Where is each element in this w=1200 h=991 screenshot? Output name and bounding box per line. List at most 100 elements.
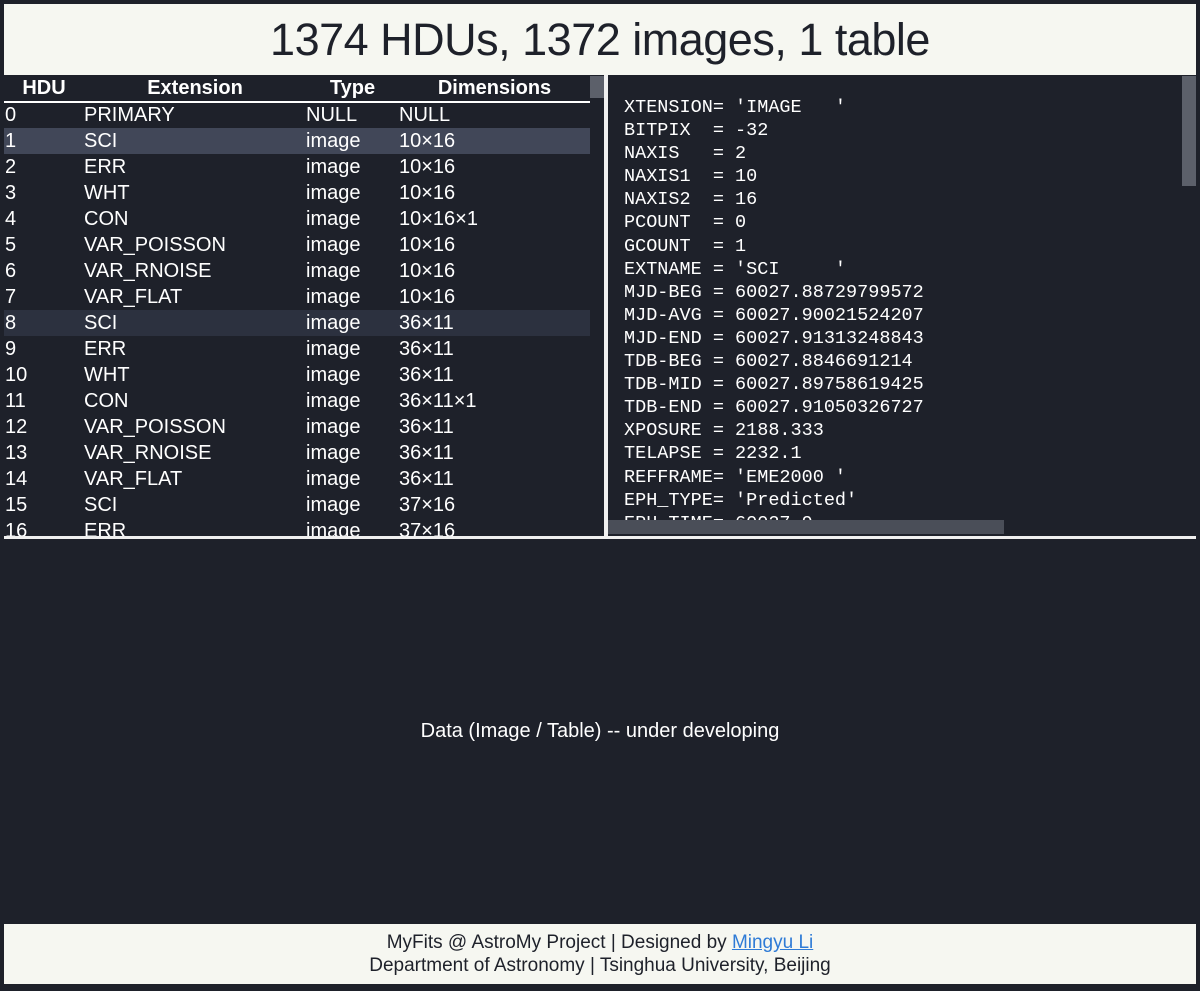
hdu-table-row[interactable]: 1 SCI image 10×16 [4,128,590,154]
hdu-table-row[interactable]: 6 VAR_RNOISE image 10×16 [4,258,590,284]
extension-cell: VAR_FLAT [84,285,183,308]
column-header-hdu: HDU [4,75,84,103]
type-cell: image [306,155,361,178]
header-card-line: MJD-END = 60027.91313248843 [624,327,924,349]
footer: MyFits @ AstroMy Project | Designed by M… [4,924,1196,984]
header-card-line: NAXIS2 = 16 [624,189,758,211]
header-card-line: MJD-AVG = 60027.90021524207 [624,304,924,326]
dimensions-cell: 10×16 [399,181,456,204]
page-title: 1374 HDUs, 1372 images, 1 table [4,4,1196,75]
hdu-index-cell: 13 [5,441,28,464]
dimensions-cell: 36×11 [399,363,454,386]
hdu-index-cell: 9 [5,337,17,360]
header-card-line: GCOUNT = 1 [624,235,747,257]
column-header-dimensions: Dimensions [399,75,590,103]
column-header-type: Type [306,75,399,103]
hdu-index-cell: 7 [5,285,17,308]
hdu-table-row[interactable]: 11 CON image 36×11×1 [4,388,590,414]
footer-line-1: MyFits @ AstroMy Project | Designed by M… [387,931,814,954]
hdu-table-row[interactable]: 3 WHT image 10×16 [4,180,590,206]
footer-line-2: Department of Astronomy | Tsinghua Unive… [369,955,831,976]
type-cell: NULL [306,104,358,126]
extension-cell: ERR [84,155,127,178]
hdu-table-row[interactable]: 7 VAR_FLAT image 10×16 [4,284,590,310]
dimensions-cell: 10×16 [399,128,590,154]
dimensions-cell: 36×11 [399,467,454,490]
type-cell: image [306,441,361,464]
hdu-table-row[interactable]: 13 VAR_RNOISE image 36×11 [4,440,590,466]
hdu-index-cell: 10 [5,363,28,386]
hdu-list-scrollbar-thumb[interactable] [590,76,604,98]
hdu-index-cell: 15 [5,493,28,516]
dimensions-cell: 10×16 [399,233,456,256]
type-cell: image [306,389,361,412]
hdu-table-body: 0 PRIMARY NULL NULL 1 SCI image 10×16 2 ERR image 1… [4,102,590,536]
dimensions-cell: NULL [399,104,451,126]
hdu-table-row[interactable]: 16 ERR image 37×16 [4,518,590,537]
hdu-index-cell: 0 [5,104,17,126]
fits-header-panel[interactable]: XTENSION= 'IMAGE ' BITPIX = -32 NAXIS = 2N… [608,75,1196,536]
hdu-index-cell: 14 [5,467,28,490]
fits-header-text: XTENSION= 'IMAGE ' BITPIX = -32 NAXIS = 2N… [624,96,924,535]
hdu-table-row[interactable]: 0 PRIMARY NULL NULL [4,102,590,128]
dimensions-cell: 36×11 [399,441,454,464]
extension-cell: SCI [84,310,306,336]
hdu-table-row[interactable]: 15 SCI image 37×16 [4,492,590,518]
extension-cell: ERR [84,337,127,360]
footer-credit-text: MyFits @ AstroMy Project | Designed by [386,932,732,953]
extension-cell: SCI [84,493,118,516]
header-card-line: BITPIX = -32 [624,120,769,142]
author-link[interactable]: Mingyu Li [732,932,813,953]
extension-cell: WHT [84,181,130,204]
data-placeholder-text: Data (Image / Table) -- under developing [420,720,780,742]
type-cell: image [306,337,361,360]
dimensions-cell: 36×11 [399,310,590,336]
type-cell: image [306,415,361,438]
data-view-area: Data (Image / Table) -- under developing [4,539,1196,924]
hdu-table-row[interactable]: 10 WHT image 36×11 [4,362,590,388]
hdu-table-row[interactable]: 9 ERR image 36×11 [4,336,590,362]
extension-cell: VAR_POISSON [84,415,226,438]
hdu-index-cell: 4 [5,207,17,230]
hdu-table: HDU Extension Type Dimensions 0 PRIMARY NU… [4,75,590,536]
hdu-table-header-row: HDU Extension Type Dimensions [4,75,590,103]
extension-cell: CON [84,207,129,230]
hdu-table-row[interactable]: 2 ERR image 10×16 [4,154,590,180]
type-cell: image [306,363,361,386]
dimensions-cell: 37×16 [399,493,456,516]
header-card-line: EXTNAME = 'SCI ' [624,258,847,280]
dimensions-cell: 10×16×1 [399,207,478,230]
type-cell: image [306,207,361,230]
hdu-index-cell: 3 [5,181,17,204]
header-horizontal-scrollbar-thumb[interactable] [608,520,1004,534]
dimensions-cell: 10×16 [399,259,456,282]
header-card-line: XPOSURE = 2188.333 [624,420,824,442]
hdu-list-panel[interactable]: HDU Extension Type Dimensions 0 PRIMARY NU… [4,75,604,536]
header-card-line: NAXIS = 2 [624,143,747,165]
page-title-text: 1374 HDUs, 1372 images, 1 table [270,13,930,65]
extension-cell: WHT [84,363,130,386]
dimensions-cell: 37×16 [399,519,456,537]
type-cell: image [306,519,361,537]
extension-cell: VAR_RNOISE [84,259,212,282]
type-cell: image [306,128,399,154]
hdu-index-cell: 12 [5,415,28,438]
dimensions-cell: 36×11 [399,337,454,360]
hdu-table-row[interactable]: 4 CON image 10×16×1 [4,206,590,232]
type-cell: image [306,233,361,256]
type-cell: image [306,285,361,308]
dimensions-cell: 10×16 [399,285,456,308]
extension-cell: SCI [84,128,306,154]
header-card-line: REFFRAME= 'EME2000 ' [624,466,847,488]
hdu-table-row[interactable]: 14 VAR_FLAT image 36×11 [4,466,590,492]
extension-cell: VAR_FLAT [84,467,183,490]
hdu-table-row[interactable]: 12 VAR_POISSON image 36×11 [4,414,590,440]
header-card-line: PCOUNT = 0 [624,212,747,234]
hdu-table-row[interactable]: 5 VAR_POISSON image 10×16 [4,232,590,258]
header-vertical-scrollbar-thumb[interactable] [1182,76,1196,186]
header-card-line: EPH_TYPE= 'Predicted' [624,489,858,511]
hdu-index-cell: 5 [5,233,17,256]
hdu-table-row[interactable]: 8 SCI image 36×11 [4,310,590,336]
hdu-index-cell: 8 [4,310,84,336]
dimensions-cell: 36×11×1 [399,389,477,412]
